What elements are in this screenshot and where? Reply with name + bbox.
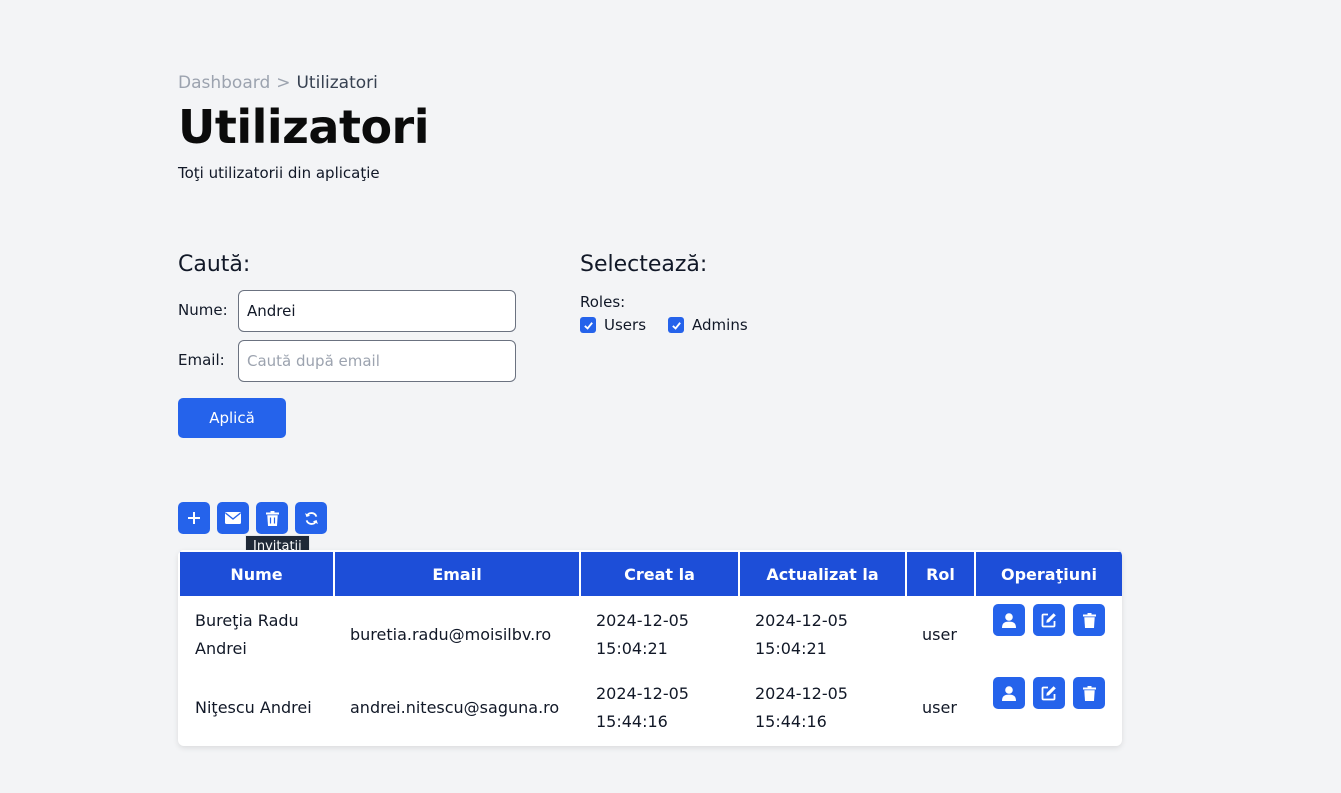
roles-label: Roles: <box>580 293 626 311</box>
cell-role: user <box>922 698 957 717</box>
cell-name: Niţescu Andrei <box>195 698 312 717</box>
cell-operations <box>975 597 1122 671</box>
email-search-input[interactable] <box>238 340 516 382</box>
cell-updated: 2024-12-05 15:44:16 <box>755 684 848 731</box>
plus-icon <box>188 512 200 524</box>
column-header-email[interactable]: Email <box>333 550 581 598</box>
users-table: Nume Email Creat la Actualizat la Rol Op… <box>178 550 1122 745</box>
breadcrumb-separator: > <box>276 73 291 93</box>
cell-email: andrei.nitescu@saguna.ro <box>350 698 560 717</box>
cell-created: 2024-12-05 15:44:16 <box>596 684 689 731</box>
name-search-input[interactable] <box>238 290 516 332</box>
roles-checkboxes: Users Admins <box>580 316 770 334</box>
breadcrumb-dashboard-link[interactable]: Dashboard <box>178 73 270 93</box>
column-header-operations: Operaţiuni <box>974 550 1122 598</box>
breadcrumb: Dashboard > Utilizatori <box>178 73 378 93</box>
view-user-button[interactable] <box>993 604 1025 636</box>
check-icon <box>671 321 681 330</box>
delete-user-button[interactable] <box>1073 677 1105 709</box>
apply-button[interactable]: Aplică <box>178 398 286 438</box>
edit-icon <box>1041 613 1056 628</box>
envelope-icon <box>225 512 241 524</box>
trash-icon <box>1082 685 1096 701</box>
refresh-icon <box>304 511 318 525</box>
column-header-created[interactable]: Creat la <box>579 550 740 598</box>
cell-created: 2024-12-05 15:04:21 <box>596 610 689 658</box>
user-icon <box>1002 612 1016 628</box>
search-section-title: Caută: <box>178 252 251 277</box>
table-row: Bureţia Radu Andrei buretia.radu@moisilb… <box>179 597 1122 671</box>
column-header-role[interactable]: Rol <box>905 550 976 598</box>
invitations-button[interactable] <box>217 502 249 534</box>
page-title: Utilizatori <box>178 100 430 154</box>
column-header-name[interactable]: Nume <box>178 550 335 598</box>
cell-name: Bureţia Radu Andrei <box>195 610 299 658</box>
column-header-updated[interactable]: Actualizat la <box>738 550 907 598</box>
cell-operations <box>975 671 1122 745</box>
delete-selected-button[interactable] <box>256 502 288 534</box>
edit-user-button[interactable] <box>1033 677 1065 709</box>
delete-user-button[interactable] <box>1073 604 1105 636</box>
users-checkbox[interactable] <box>580 317 596 333</box>
breadcrumb-current: Utilizatori <box>296 73 378 93</box>
table-toolbar <box>178 502 327 534</box>
view-user-button[interactable] <box>993 677 1025 709</box>
trash-icon <box>1082 612 1096 628</box>
email-field-label: Email: <box>178 351 225 369</box>
cell-role: user <box>922 624 957 644</box>
admins-checkbox-label[interactable]: Admins <box>692 316 748 334</box>
user-icon <box>1002 685 1016 701</box>
users-table-card: Nume Email Creat la Actualizat la Rol Op… <box>178 550 1122 746</box>
refresh-button[interactable] <box>295 502 327 534</box>
trash-icon <box>265 510 279 526</box>
users-checkbox-label[interactable]: Users <box>604 316 646 334</box>
select-section-title: Selectează: <box>580 252 708 277</box>
add-user-button[interactable] <box>178 502 210 534</box>
table-row: Niţescu Andrei andrei.nitescu@saguna.ro … <box>179 671 1122 745</box>
table-header-row: Nume Email Creat la Actualizat la Rol Op… <box>178 550 1122 598</box>
name-field-label: Nume: <box>178 301 228 319</box>
cell-updated: 2024-12-05 15:04:21 <box>755 610 848 658</box>
check-icon <box>583 321 593 330</box>
page-subtitle: Toţi utilizatorii din aplicaţie <box>178 164 380 182</box>
admins-checkbox[interactable] <box>668 317 685 333</box>
edit-icon <box>1041 686 1056 701</box>
cell-email: buretia.radu@moisilbv.ro <box>350 624 552 644</box>
edit-user-button[interactable] <box>1033 604 1065 636</box>
